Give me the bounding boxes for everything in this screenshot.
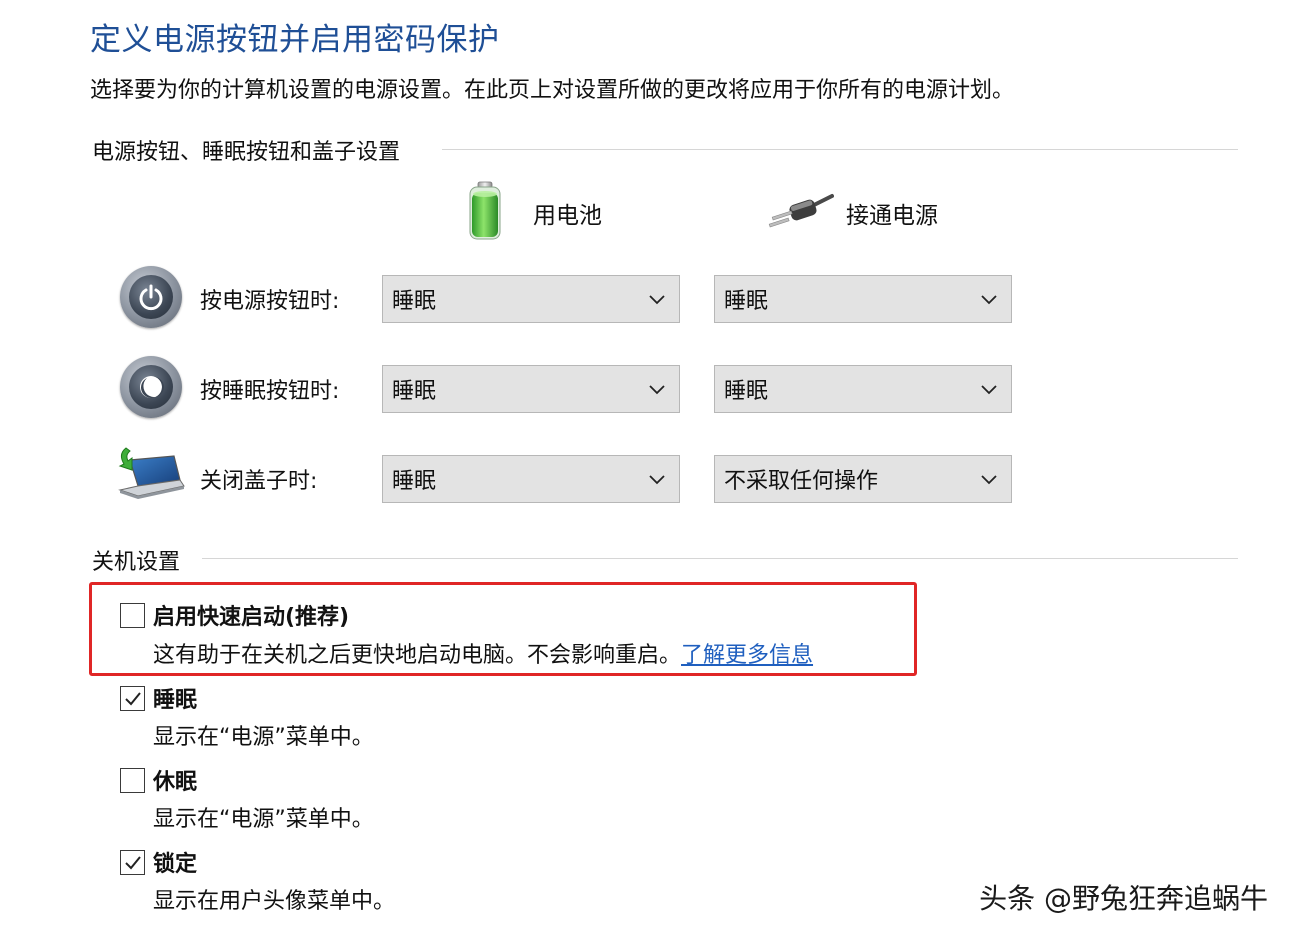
chevron-down-icon <box>649 295 665 305</box>
power-button-icon <box>120 266 182 328</box>
power-button-battery-dropdown[interactable]: 睡眠 <box>382 275 680 323</box>
watermark: 头条 @野兔狂奔追蜗牛 <box>979 882 1268 915</box>
power-button-plugged-dropdown[interactable]: 睡眠 <box>714 275 1012 323</box>
lock-checkbox[interactable] <box>120 850 145 875</box>
chevron-down-icon <box>649 385 665 395</box>
fast-startup-desc-text: 这有助于在关机之后更快地启动电脑。不会影响重启。 <box>153 643 682 668</box>
section-divider <box>202 558 1238 559</box>
hibernate-option-title: 休眠 <box>153 770 198 795</box>
dropdown-value: 睡眠 <box>392 289 437 314</box>
hibernate-option-description: 显示在“电源”菜单中。 <box>153 807 374 832</box>
lid-label: 关闭盖子时: <box>200 469 318 494</box>
sleep-button-icon <box>120 356 182 418</box>
lid-plugged-dropdown[interactable]: 不采取任何操作 <box>714 455 1012 503</box>
dropdown-value: 睡眠 <box>392 379 437 404</box>
lock-option-description: 显示在用户头像菜单中。 <box>153 889 396 914</box>
laptop-lid-icon <box>116 446 186 502</box>
dropdown-value: 睡眠 <box>392 469 437 494</box>
page-description: 选择要为你的计算机设置的电源设置。在此页上对设置所做的更改将应用于你所有的电源计… <box>90 78 1015 103</box>
section-divider <box>442 149 1238 150</box>
dropdown-value: 不采取任何操作 <box>724 469 879 494</box>
buttons-section-heading: 电源按钮、睡眠按钮和盖子设置 <box>92 140 401 165</box>
battery-column-label: 用电池 <box>533 203 602 229</box>
page-title: 定义电源按钮并启用密码保护 <box>90 22 500 58</box>
sleep-option-title: 睡眠 <box>153 688 198 713</box>
sleep-checkbox[interactable] <box>120 686 145 711</box>
checkmark-icon <box>124 691 141 705</box>
plugged-column-label: 接通电源 <box>846 203 938 229</box>
power-plug-icon <box>768 192 834 232</box>
sleep-button-label: 按睡眠按钮时: <box>200 379 340 404</box>
lock-option-title: 锁定 <box>153 852 198 877</box>
dropdown-value: 睡眠 <box>724 289 769 314</box>
sleep-button-battery-dropdown[interactable]: 睡眠 <box>382 365 680 413</box>
fast-startup-checkbox[interactable] <box>120 603 145 628</box>
dropdown-value: 睡眠 <box>724 379 769 404</box>
sleep-option-description: 显示在“电源”菜单中。 <box>153 725 374 750</box>
sleep-button-plugged-dropdown[interactable]: 睡眠 <box>714 365 1012 413</box>
chevron-down-icon <box>981 295 997 305</box>
power-button-label: 按电源按钮时: <box>200 289 340 314</box>
checkmark-icon <box>124 855 141 869</box>
fast-startup-description: 这有助于在关机之后更快地启动电脑。不会影响重启。了解更多信息 <box>153 637 813 669</box>
chevron-down-icon <box>981 385 997 395</box>
chevron-down-icon <box>981 475 997 485</box>
lid-battery-dropdown[interactable]: 睡眠 <box>382 455 680 503</box>
shutdown-section-heading: 关机设置 <box>92 550 181 575</box>
learn-more-link[interactable]: 了解更多信息 <box>681 643 813 668</box>
hibernate-checkbox[interactable] <box>120 768 145 793</box>
fast-startup-title: 启用快速启动(推荐) <box>153 605 350 630</box>
chevron-down-icon <box>649 475 665 485</box>
battery-icon <box>466 180 506 242</box>
